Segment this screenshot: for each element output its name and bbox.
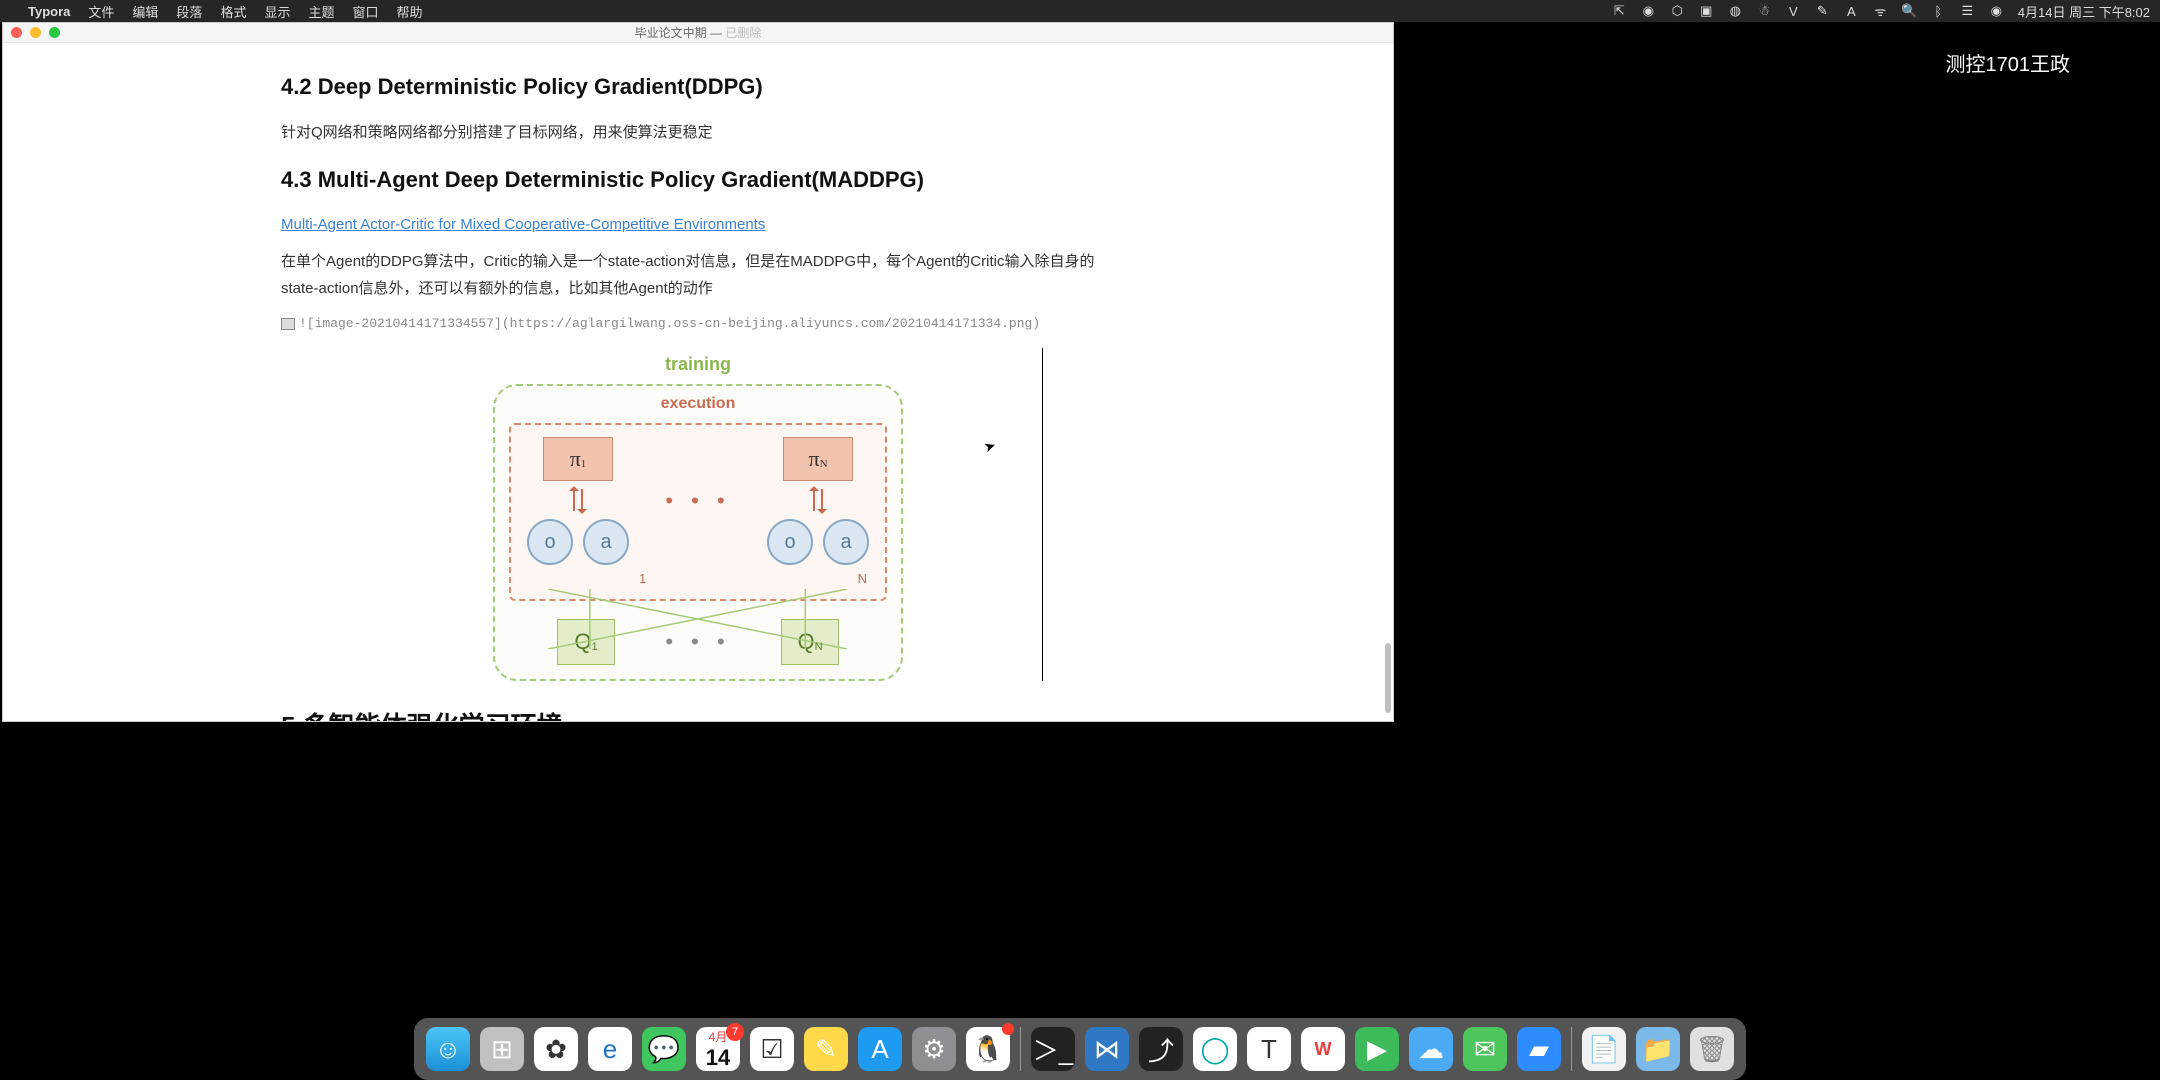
- control-center-icon[interactable]: ☰: [1960, 4, 1975, 19]
- image-icon: [281, 318, 295, 330]
- dock-appstore[interactable]: A: [858, 1027, 902, 1071]
- label-execution: execution: [509, 390, 887, 419]
- dock-recent-doc[interactable]: 📄: [1582, 1027, 1626, 1071]
- dock-messages[interactable]: 💬: [642, 1027, 686, 1071]
- macos-dock: ☺ ⊞ ✿ e 💬 4月 14 7 ☑ ✎ A ⚙ 🐧 ＞_ ⋈ ⤴ ◯ T W…: [414, 1018, 1746, 1080]
- heading-5: 5 多智能体强化学习环境: [281, 703, 1115, 721]
- menu-help[interactable]: 帮助: [397, 2, 423, 21]
- dock-qq[interactable]: 🐧: [966, 1027, 1010, 1071]
- dock-edge[interactable]: e: [588, 1027, 632, 1071]
- pin-icon[interactable]: ✎: [1815, 4, 1830, 19]
- app-name[interactable]: Typora: [28, 4, 70, 19]
- dock-downloads[interactable]: 📁: [1636, 1027, 1680, 1071]
- calendar-badge: 7: [726, 1023, 744, 1041]
- agent-1: π1 o a: [527, 437, 629, 565]
- execution-box: π1 o a • • • πN o: [509, 423, 887, 601]
- paragraph-4-2: 针对Q网络和策略网络都分别搭建了目标网络，用来使算法更稳定: [281, 119, 1115, 146]
- typora-window: 毕业论文中期 — 已删除 4.2 Deep Deterministic Poli…: [2, 22, 1394, 722]
- ellipsis-critics: • • •: [665, 622, 730, 662]
- screen-mirror-icon[interactable]: ⇱: [1612, 4, 1627, 19]
- dock-tencent-meeting[interactable]: ☁: [1409, 1027, 1453, 1071]
- arrow-up-icon: [573, 489, 575, 511]
- paragraph-4-3: 在单个Agent的DDPG算法中，Critic的输入是一个state-actio…: [281, 248, 1115, 302]
- agent-index-n: N: [858, 567, 867, 590]
- shield-icon[interactable]: ▣: [1699, 4, 1714, 19]
- menu-window[interactable]: 窗口: [352, 2, 378, 21]
- dock-notes[interactable]: ✎: [804, 1027, 848, 1071]
- ellipsis-agents: • • •: [665, 481, 730, 521]
- app-status-icon[interactable]: ◍: [1728, 4, 1743, 19]
- policy-1: π1: [543, 437, 613, 481]
- dock-typora[interactable]: T: [1247, 1027, 1291, 1071]
- window-titlebar: 毕业论文中期 — 已删除: [3, 23, 1393, 43]
- window-minimize-button[interactable]: [30, 27, 41, 38]
- dock-zoom[interactable]: ▰: [1517, 1027, 1561, 1071]
- bluetooth-icon[interactable]: ᛒ: [1931, 4, 1946, 19]
- scrollbar-thumb[interactable]: [1385, 643, 1391, 713]
- siri-icon[interactable]: ◉: [1989, 4, 2004, 19]
- act-1: a: [583, 519, 629, 565]
- window-title: 毕业论文中期 — 已删除: [635, 24, 762, 41]
- watermark-label: 测控1701王政: [1946, 48, 2071, 77]
- heading-4-2: 4.2 Deep Deterministic Policy Gradient(D…: [281, 67, 1115, 107]
- dock-wps[interactable]: W: [1301, 1027, 1345, 1071]
- obs-1: o: [527, 519, 573, 565]
- menu-paragraph[interactable]: 段落: [176, 2, 202, 21]
- wifi-icon[interactable]: ᯤ: [1873, 4, 1888, 19]
- q-n: QN: [781, 619, 839, 665]
- obs-n: o: [767, 519, 813, 565]
- q-1: Q1: [557, 619, 615, 665]
- dock-obs[interactable]: ⤴: [1139, 1027, 1183, 1071]
- menu-view[interactable]: 显示: [264, 2, 290, 21]
- menu-file[interactable]: 文件: [88, 2, 114, 21]
- act-n: a: [823, 519, 869, 565]
- critic-row: Q1 • • • QN: [509, 619, 887, 665]
- editor-content[interactable]: 4.2 Deep Deterministic Policy Gradient(D…: [3, 43, 1393, 721]
- menu-edit[interactable]: 编辑: [132, 2, 158, 21]
- vpn-icon[interactable]: ⬡: [1670, 4, 1685, 19]
- text-caret: [1042, 348, 1043, 681]
- menu-format[interactable]: 格式: [220, 2, 246, 21]
- qq-badge: [1002, 1023, 1014, 1035]
- dock-pycharm[interactable]: ▶: [1355, 1027, 1399, 1071]
- dock-app-circle[interactable]: ◯: [1193, 1027, 1237, 1071]
- link-maddpg-paper[interactable]: Multi-Agent Actor-Critic for Mixed Coope…: [281, 216, 765, 233]
- arrow-up-icon: [813, 489, 815, 511]
- dock-vscode[interactable]: ⋈: [1085, 1027, 1129, 1071]
- input-source-icon[interactable]: A: [1844, 4, 1859, 19]
- menubar-datetime[interactable]: 4月14日 周三 下午8:02: [2018, 2, 2150, 21]
- heading-4-3: 4.3 Multi-Agent Deep Deterministic Polic…: [281, 160, 1115, 200]
- macos-menubar: Typora 文件 编辑 段落 格式 显示 主题 窗口 帮助 ⇱ ◉ ⬡ ▣ ◍…: [0, 0, 2160, 22]
- dock-calendar[interactable]: 4月 14 7: [696, 1027, 740, 1071]
- dock-launchpad[interactable]: ⊞: [480, 1027, 524, 1071]
- dock-separator: [1571, 1027, 1572, 1071]
- window-maximize-button[interactable]: [49, 27, 60, 38]
- arrow-down-icon: [821, 489, 823, 511]
- menu-theme[interactable]: 主题: [308, 2, 334, 21]
- wechat-status-icon[interactable]: ◉: [1641, 4, 1656, 19]
- training-box: execution π1 o a • • • πN: [493, 384, 903, 681]
- dock-photos[interactable]: ✿: [534, 1027, 578, 1071]
- spotlight-icon[interactable]: 🔍: [1902, 4, 1917, 19]
- agent-n: πN o a: [767, 437, 869, 565]
- dock-trash[interactable]: 🗑: [1690, 1027, 1734, 1071]
- dock-reminders[interactable]: ☑: [750, 1027, 794, 1071]
- figure-container: training execution π1 o a • • •: [373, 348, 1023, 681]
- dock-finder[interactable]: ☺: [426, 1027, 470, 1071]
- dock-settings[interactable]: ⚙: [912, 1027, 956, 1071]
- v-icon[interactable]: V: [1786, 4, 1801, 19]
- dock-terminal[interactable]: ＞_: [1031, 1027, 1075, 1071]
- dock-separator: [1020, 1027, 1021, 1071]
- markdown-image-syntax[interactable]: ![image-20210414171334557](https://aglar…: [281, 312, 1115, 335]
- label-training: training: [493, 348, 903, 380]
- policy-n: πN: [783, 437, 853, 481]
- window-close-button[interactable]: [11, 27, 22, 38]
- agent-index-1: 1: [639, 567, 646, 590]
- arrow-down-icon: [581, 489, 583, 511]
- dock-wechat[interactable]: ✉: [1463, 1027, 1507, 1071]
- snowman-icon[interactable]: ☃: [1757, 4, 1772, 19]
